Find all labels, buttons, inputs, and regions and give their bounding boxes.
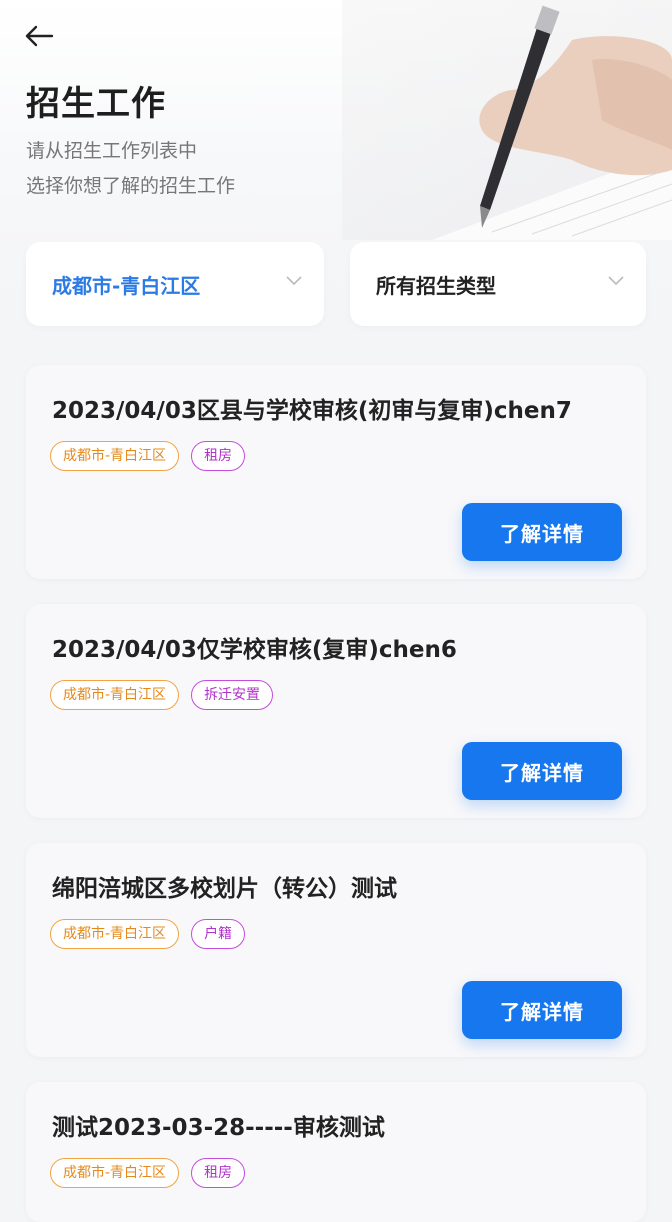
admission-card: 2023/04/03区县与学校审核(初审与复审)chen7 成都市-青白江区 租…	[26, 365, 646, 579]
admission-card: 测试2023-03-28-----审核测试 成都市-青白江区 租房	[26, 1082, 646, 1222]
type-filter-value: 所有招生类型	[376, 273, 496, 298]
card-tags: 成都市-青白江区 户籍	[50, 919, 246, 949]
chevron-down-icon	[286, 276, 302, 286]
card-tags: 成都市-青白江区 租房	[50, 1158, 246, 1188]
region-tag: 成都市-青白江区	[50, 1158, 180, 1188]
card-title: 绵阳涪城区多校划片（转公）测试	[52, 876, 397, 902]
card-title: 2023/04/03区县与学校审核(初审与复审)chen7	[52, 398, 572, 424]
type-filter-dropdown[interactable]: 所有招生类型	[350, 242, 646, 326]
page-subtitle-line2: 选择你想了解的招生工作	[26, 175, 236, 197]
back-button[interactable]	[24, 16, 68, 56]
arrow-left-icon	[25, 25, 54, 47]
region-tag: 成都市-青白江区	[50, 441, 180, 471]
card-tags: 成都市-青白江区 拆迁安置	[50, 680, 274, 710]
region-filter-dropdown[interactable]: 成都市-青白江区	[26, 242, 324, 326]
region-tag: 成都市-青白江区	[50, 680, 180, 710]
page-title: 招生工作	[26, 84, 166, 124]
type-tag: 拆迁安置	[191, 680, 274, 710]
region-filter-value: 成都市-青白江区	[52, 273, 201, 298]
page-subtitle-line1: 请从招生工作列表中	[26, 140, 198, 162]
admission-card: 2023/04/03仅学校审核(复审)chen6 成都市-青白江区 拆迁安置 了…	[26, 604, 646, 818]
type-tag: 租房	[191, 441, 246, 471]
view-details-button[interactable]: 了解详情	[462, 742, 622, 800]
card-title: 测试2023-03-28-----审核测试	[52, 1115, 385, 1141]
view-details-button[interactable]: 了解详情	[462, 503, 622, 561]
card-tags: 成都市-青白江区 租房	[50, 441, 246, 471]
card-title: 2023/04/03仅学校审核(复审)chen6	[52, 637, 457, 663]
writing-hand-illustration	[342, 0, 672, 240]
type-tag: 租房	[191, 1158, 246, 1188]
admission-card: 绵阳涪城区多校划片（转公）测试 成都市-青白江区 户籍 了解详情	[26, 843, 646, 1057]
view-details-button[interactable]: 了解详情	[462, 981, 622, 1039]
region-tag: 成都市-青白江区	[50, 919, 180, 949]
type-tag: 户籍	[191, 919, 246, 949]
chevron-down-icon	[608, 276, 624, 286]
